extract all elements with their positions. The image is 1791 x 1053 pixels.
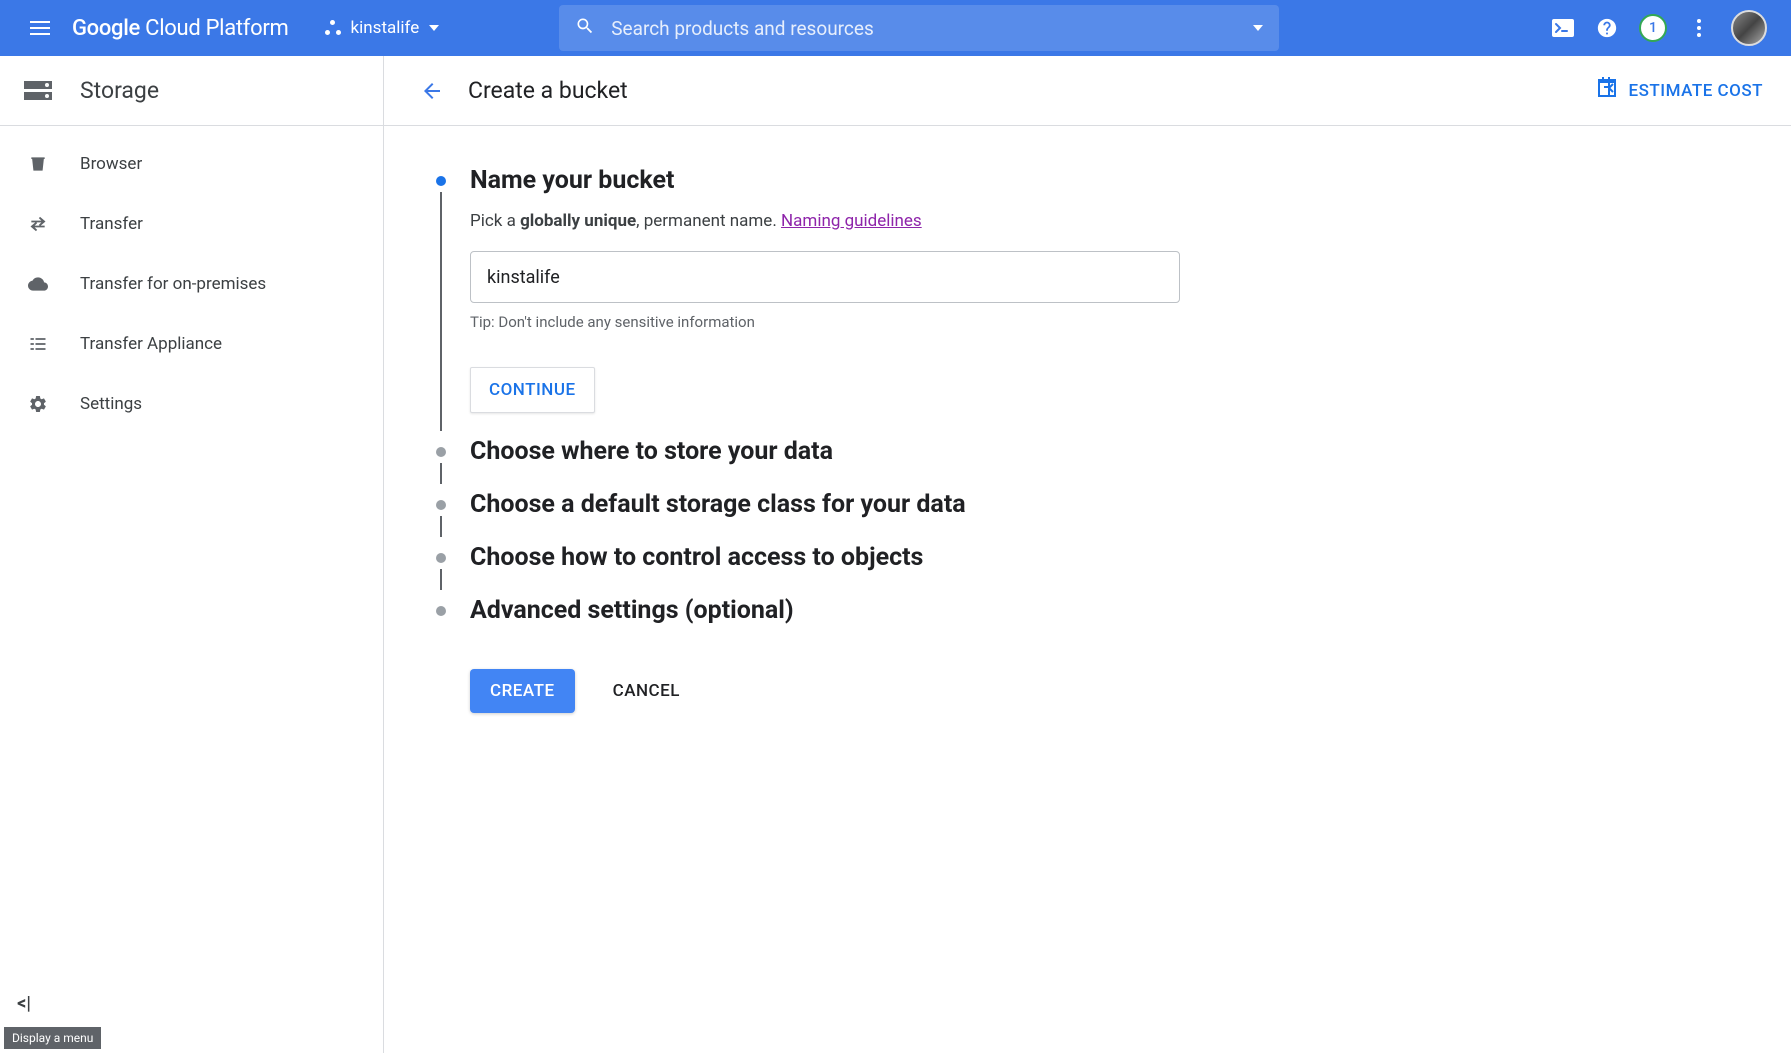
cancel-button[interactable]: CANCEL — [593, 669, 700, 713]
step-description: Pick a globally unique, permanent name. … — [470, 211, 1763, 231]
collapse-button[interactable]: <| — [0, 979, 48, 1027]
bucket-name-input[interactable] — [470, 251, 1180, 303]
step-title: Name your bucket — [470, 166, 1763, 195]
step-line — [440, 516, 442, 537]
page-title: Create a bucket — [468, 77, 628, 104]
step-name: Name your bucket Pick a globally unique,… — [432, 166, 1763, 437]
back-button[interactable] — [412, 71, 452, 111]
estimate-cost-button[interactable]: ESTIMATE COST — [1595, 76, 1763, 105]
sidebar-item-settings[interactable]: Settings — [0, 374, 383, 434]
sidebar-item-transfer-onprem[interactable]: Transfer for on-premises — [0, 254, 383, 314]
step-advanced[interactable]: Advanced settings (optional) — [432, 596, 1763, 649]
search-bar[interactable] — [559, 5, 1279, 51]
content: Create a bucket ESTIMATE COST Name your … — [384, 56, 1791, 1053]
sidebar: Storage Browser Transfer Transfer for on… — [0, 56, 384, 1053]
project-name: kinstalife — [351, 18, 420, 38]
step-dot — [436, 606, 446, 616]
tooltip: Display a menu — [4, 1027, 101, 1049]
project-selector[interactable]: kinstalife — [313, 8, 452, 48]
sidebar-title: Storage — [80, 77, 159, 104]
collapse-icon: <| — [17, 993, 31, 1014]
chevron-down-icon[interactable] — [1253, 25, 1263, 31]
bucket-icon — [26, 152, 50, 176]
step-access-control[interactable]: Choose how to control access to objects — [432, 543, 1763, 596]
cloud-shell-icon[interactable] — [1551, 16, 1575, 40]
form-container: Name your bucket Pick a globally unique,… — [384, 126, 1791, 741]
hamburger-icon — [30, 21, 50, 35]
step-line — [440, 569, 442, 590]
project-icon — [325, 20, 341, 36]
step-title: Advanced settings (optional) — [470, 596, 1763, 625]
step-title: Choose a default storage class for your … — [470, 490, 1763, 519]
step-title: Choose where to store your data — [470, 437, 1763, 466]
step-line — [440, 192, 442, 431]
top-header: Google Cloud Platform kinstalife 1 — [0, 0, 1791, 56]
step-dot-active — [436, 176, 446, 186]
sidebar-item-label: Transfer — [80, 214, 143, 234]
step-storage-class[interactable]: Choose a default storage class for your … — [432, 490, 1763, 543]
step-dot — [436, 553, 446, 563]
help-icon[interactable] — [1595, 16, 1619, 40]
step-line — [440, 463, 442, 484]
sidebar-item-transfer[interactable]: Transfer — [0, 194, 383, 254]
arrow-left-icon — [420, 79, 444, 103]
appliance-icon — [26, 332, 50, 356]
cloud-upload-icon — [26, 272, 50, 296]
step-location[interactable]: Choose where to store your data — [432, 437, 1763, 490]
action-buttons: CREATE CANCEL — [470, 669, 1763, 713]
estimate-icon — [1595, 76, 1619, 105]
step-dot — [436, 500, 446, 510]
sidebar-item-label: Browser — [80, 154, 142, 174]
create-button[interactable]: CREATE — [470, 669, 575, 713]
sidebar-header: Storage — [0, 56, 383, 126]
sidebar-item-label: Transfer Appliance — [80, 334, 222, 354]
gear-icon — [26, 392, 50, 416]
input-hint: Tip: Don't include any sensitive informa… — [470, 313, 1763, 331]
step-title: Choose how to control access to objects — [470, 543, 1763, 572]
step-dot — [436, 447, 446, 457]
continue-button[interactable]: CONTINUE — [470, 367, 595, 413]
kebab-icon — [1697, 19, 1701, 37]
header-right: 1 — [1551, 10, 1775, 46]
storage-icon — [24, 77, 52, 105]
avatar[interactable] — [1731, 10, 1767, 46]
logo[interactable]: Google Cloud Platform — [72, 16, 289, 41]
sidebar-item-transfer-appliance[interactable]: Transfer Appliance — [0, 314, 383, 374]
sidebar-item-label: Transfer for on-premises — [80, 274, 266, 294]
search-icon — [575, 16, 595, 40]
naming-guidelines-link[interactable]: Naming guidelines — [781, 211, 922, 231]
content-header: Create a bucket ESTIMATE COST — [384, 56, 1791, 126]
chevron-down-icon — [429, 25, 439, 31]
notifications-badge[interactable]: 1 — [1639, 14, 1667, 42]
sidebar-item-browser[interactable]: Browser — [0, 134, 383, 194]
sidebar-nav: Browser Transfer Transfer for on-premise… — [0, 126, 383, 1053]
sidebar-item-label: Settings — [80, 394, 142, 414]
search-input[interactable] — [611, 17, 1237, 40]
transfer-icon — [26, 212, 50, 236]
sidebar-footer: <| Display a menu — [0, 979, 383, 1053]
more-menu[interactable] — [1687, 16, 1711, 40]
menu-button[interactable] — [16, 4, 64, 52]
